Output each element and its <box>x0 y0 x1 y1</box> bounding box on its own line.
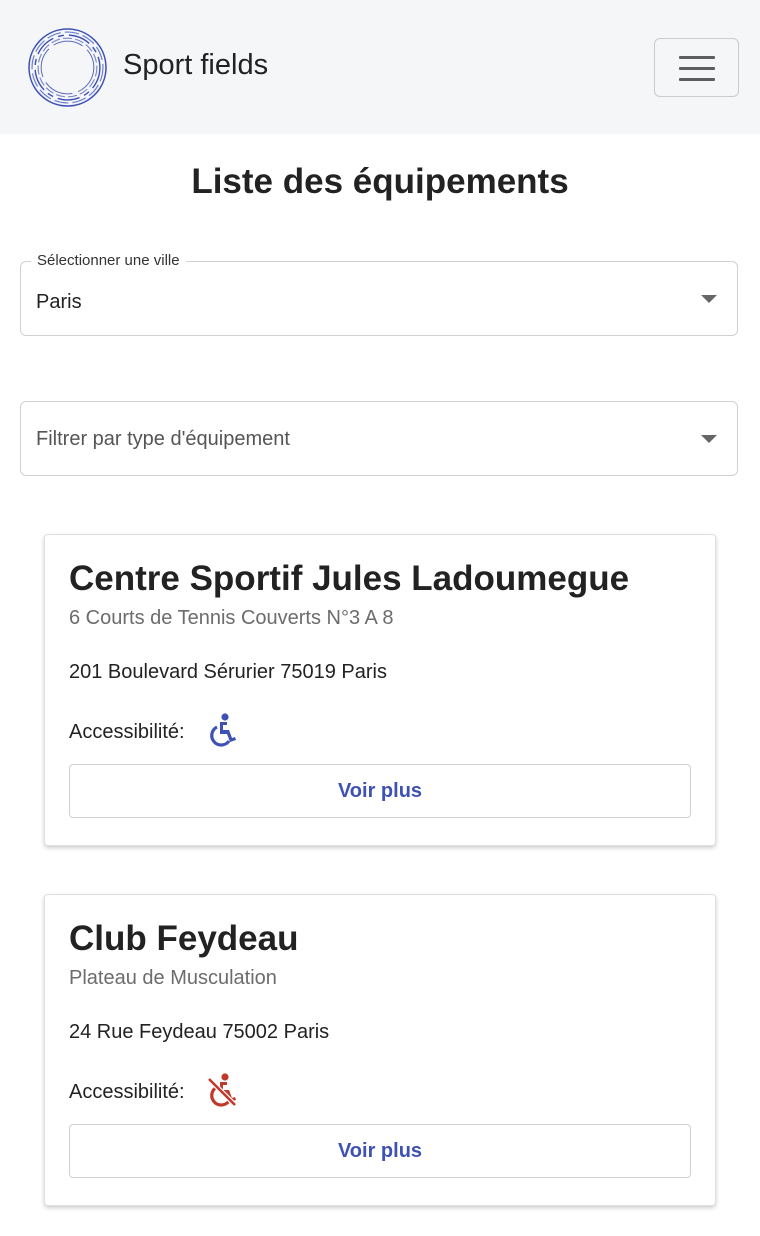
accessibility-label: Accessibilité: <box>69 721 185 743</box>
equipment-type-placeholder: Filtrer par type d'équipement <box>36 428 290 450</box>
see-more-button[interactable]: Voir plus <box>69 764 691 818</box>
accessibility-label: Accessibilité: <box>69 1081 185 1103</box>
equipment-address: 24 Rue Feydeau 75002 Paris <box>69 1021 330 1043</box>
equipment-type: 6 Courts de Tennis Couverts N°3 A 8 <box>69 607 394 629</box>
page-title: Liste des équipements <box>191 162 569 201</box>
equipment-type: Plateau de Musculation <box>69 967 277 989</box>
equipment-address: 201 Boulevard Sérurier 75019 Paris <box>69 661 387 683</box>
caret-down-icon <box>701 435 717 443</box>
caret-down-icon <box>701 295 717 303</box>
logo-icon[interactable] <box>27 27 108 108</box>
equipment-name: Club Feydeau <box>69 919 299 958</box>
city-select-value: Paris <box>36 291 82 313</box>
city-select-label: Sélectionner une ville <box>31 252 186 270</box>
brand-name[interactable]: Sport fields <box>123 48 268 82</box>
city-select[interactable]: Sélectionner une ville Paris <box>20 252 738 336</box>
hamburger-menu-icon <box>679 56 715 59</box>
wheelchair-accessible-icon <box>210 713 236 747</box>
not-accessible-icon <box>207 1073 237 1107</box>
equipment-type-select[interactable]: Filtrer par type d'équipement <box>20 401 738 476</box>
equipment-name: Centre Sportif Jules Ladoumegue <box>69 559 630 598</box>
navbar: Sport fields <box>0 0 760 134</box>
equipment-card: Club Feydeau Plateau de Musculation 24 R… <box>44 894 716 1206</box>
see-more-button[interactable]: Voir plus <box>69 1124 691 1178</box>
equipment-card: Centre Sportif Jules Ladoumegue 6 Courts… <box>44 534 716 846</box>
menu-toggle-button[interactable] <box>654 38 739 97</box>
